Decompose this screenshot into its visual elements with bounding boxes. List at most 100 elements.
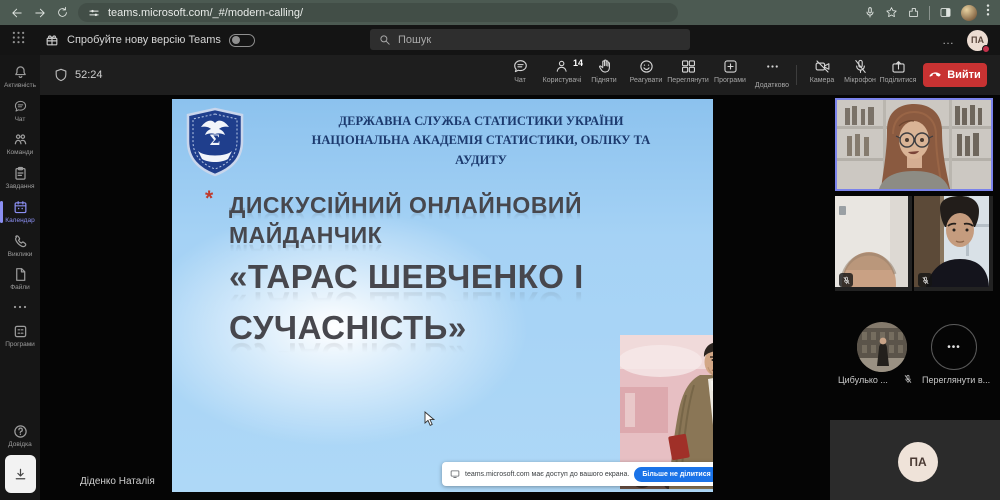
- view-more-label: Переглянути в...: [922, 375, 996, 385]
- browser-profile-avatar[interactable]: [961, 5, 977, 21]
- side-panel-icon[interactable]: [939, 6, 952, 19]
- app-launcher-icon[interactable]: [12, 31, 25, 49]
- leave-label: Вийти: [947, 69, 981, 81]
- speaker-video: [837, 100, 991, 189]
- view-button[interactable]: Переглянути: [667, 58, 709, 93]
- chat-icon: [512, 58, 529, 75]
- share-button[interactable]: Поділитися: [879, 58, 917, 93]
- org-line-3: АУДИТУ: [258, 151, 704, 170]
- chat-button[interactable]: Чат: [499, 58, 541, 93]
- sidebar-item-chat[interactable]: Чат: [0, 99, 40, 123]
- sidebar-item-assignments[interactable]: Завдання: [0, 166, 40, 190]
- download-app-button[interactable]: [5, 455, 36, 493]
- toolbar-divider: [929, 6, 930, 20]
- apps-button[interactable]: Програми: [709, 58, 751, 93]
- participants-count: 14: [573, 58, 583, 68]
- leave-call-button[interactable]: Вийти: [923, 63, 987, 87]
- bell-icon: [13, 65, 28, 80]
- self-view-area: ПА: [830, 420, 1000, 500]
- participants-button[interactable]: 14 Користувачі: [541, 58, 583, 93]
- sidebar-item-more[interactable]: [0, 297, 40, 315]
- teams-more-icon[interactable]: …: [942, 33, 955, 47]
- ellipsis-dots: •••: [947, 342, 961, 353]
- help-icon: [13, 424, 28, 439]
- bookmark-star-icon[interactable]: [885, 6, 898, 19]
- slide-org-header: ДЕРЖАВНА СЛУЖБА СТАТИСТИКИ УКРАЇНИ НАЦІО…: [258, 112, 704, 170]
- more-dots-icon: [764, 58, 781, 80]
- share-message: teams.microsoft.com має доступ до вашого…: [465, 471, 629, 478]
- search-placeholder: Пошук: [398, 34, 431, 46]
- hangup-icon: [929, 67, 942, 83]
- video-tile-speaker[interactable]: [835, 98, 993, 191]
- new-teams-toggle[interactable]: [229, 34, 255, 47]
- quote-line-1: «ТАРАС ШЕВЧЕНКО І: [229, 251, 584, 302]
- browser-reload-icon[interactable]: [56, 6, 69, 19]
- site-settings-icon[interactable]: [88, 7, 100, 19]
- presentation-slide: Σ ДЕРЖАВНА СЛУЖБА СТАТИСТИКИ УКРАЇНИ НАЦ…: [172, 99, 713, 492]
- presence-dot: [982, 45, 990, 53]
- participants-icon: [554, 58, 571, 75]
- raise-hand-button[interactable]: Підняти: [583, 58, 625, 93]
- mic-button[interactable]: Мікрофон: [841, 58, 879, 93]
- camera-off-icon: [814, 58, 831, 75]
- mic-muted-icon: [839, 273, 853, 287]
- sidebar-item-calls[interactable]: Виклики: [0, 234, 40, 258]
- more-apps-icon: [13, 297, 27, 315]
- participants-panel: ••• Цибулько ... Переглянути в... ПА: [830, 95, 1000, 500]
- url-text: teams.microsoft.com/_#/modern-calling/: [108, 7, 303, 19]
- self-avatar[interactable]: ПА: [898, 442, 938, 482]
- slide-title: ДИСКУСІЙНИЙ ОНЛАЙНОВИЙ МАЙДАНЧИК «ТАРАС …: [229, 190, 584, 353]
- sidebar-item-calendar[interactable]: Календар: [0, 200, 40, 224]
- avatar-photo: [857, 322, 907, 372]
- call-timer: 52:24: [75, 69, 103, 81]
- camera-button[interactable]: Камера: [803, 58, 841, 93]
- toolbar-divider: [796, 65, 797, 85]
- video-tile-participant-3[interactable]: [914, 196, 993, 291]
- apps-plus-icon: [722, 58, 739, 75]
- smiley-icon: [638, 58, 655, 75]
- video-tile-participant-2[interactable]: [835, 196, 912, 291]
- sidebar-item-help[interactable]: Довідка: [0, 424, 40, 448]
- app-sidebar: Активність Чат Команди Завдання Календар…: [0, 55, 40, 500]
- mic-permission-icon[interactable]: [864, 6, 876, 19]
- slide-bullet-asterisk: *: [205, 187, 213, 211]
- address-bar[interactable]: teams.microsoft.com/_#/modern-calling/: [78, 3, 678, 22]
- shared-screen-stage: Σ ДЕРЖАВНА СЛУЖБА СТАТИСТИКИ УКРАЇНИ НАЦ…: [40, 95, 830, 500]
- mic-muted-icon: [918, 273, 932, 287]
- view-more-circle[interactable]: •••: [931, 324, 977, 370]
- sidebar-item-files[interactable]: Файли: [0, 267, 40, 291]
- browser-forward-icon[interactable]: [33, 6, 47, 20]
- browser-back-icon[interactable]: [10, 6, 24, 20]
- svg-text:Σ: Σ: [210, 132, 220, 149]
- raise-hand-icon: [596, 58, 613, 75]
- browser-menu-icon[interactable]: [986, 3, 990, 22]
- react-button[interactable]: Реагувати: [625, 58, 667, 93]
- mic-off-icon: [852, 58, 869, 75]
- sidebar-item-teams[interactable]: Команди: [0, 132, 40, 156]
- participant-name-label: Цибулько ...: [838, 375, 900, 385]
- more-options-button[interactable]: Додатково: [751, 58, 793, 93]
- file-icon: [13, 267, 28, 282]
- gift-icon: [45, 33, 59, 47]
- extensions-icon[interactable]: [907, 6, 920, 19]
- stop-sharing-button[interactable]: Більше не ділитися: [634, 467, 713, 482]
- apps-grid-icon: [13, 324, 28, 339]
- sidebar-item-activity[interactable]: Активність: [0, 65, 40, 89]
- title-line-2: МАЙДАНЧИК: [229, 220, 584, 250]
- academy-logo: Σ: [184, 107, 246, 182]
- presenter-name-label: Діденко Наталія: [80, 476, 155, 487]
- search-input[interactable]: Пошук: [370, 29, 690, 50]
- teams-people-icon: [13, 132, 28, 147]
- search-icon: [379, 34, 391, 46]
- browser-toolbar: teams.microsoft.com/_#/modern-calling/: [0, 0, 1000, 25]
- clipboard-icon: [13, 166, 28, 181]
- sidebar-item-apps[interactable]: Програми: [0, 324, 40, 348]
- org-line-2: НАЦІОНАЛЬНА АКАДЕМІЯ СТАТИСТИКИ, ОБЛІКУ …: [258, 131, 704, 150]
- teams-top-bar: Спробуйте нову версію Teams Пошук … ПА: [0, 25, 1000, 55]
- participant-avatar-photo[interactable]: [857, 322, 907, 372]
- mouse-cursor: [424, 411, 435, 432]
- view-grid-icon: [680, 58, 697, 75]
- phone-icon: [13, 234, 28, 249]
- user-avatar[interactable]: ПА: [967, 30, 988, 51]
- title-line-1: ДИСКУСІЙНИЙ ОНЛАЙНОВИЙ: [229, 190, 584, 220]
